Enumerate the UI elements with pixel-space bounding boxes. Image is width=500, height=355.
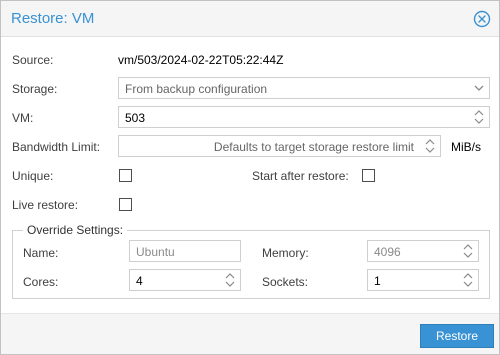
source-label: Source: <box>12 53 54 67</box>
live-restore-label: Live restore: <box>12 198 79 212</box>
dialog-title: Restore: VM <box>11 10 95 27</box>
vm-label: VM: <box>12 111 34 125</box>
vm-id-value: 503 <box>125 111 146 125</box>
spinner-arrows-icon[interactable] <box>461 243 475 259</box>
unique-label: Unique: <box>12 169 54 183</box>
cores-label: Cores: <box>23 275 59 289</box>
spinner-arrows-icon[interactable] <box>423 138 437 154</box>
name-placeholder: Ubuntu <box>136 245 175 259</box>
storage-select-value: From backup configuration <box>125 82 268 96</box>
spinner-arrows-icon[interactable] <box>472 109 486 125</box>
memory-label: Memory: <box>262 246 309 260</box>
close-icon[interactable] <box>473 10 491 28</box>
name-input[interactable]: Ubuntu <box>129 240 241 262</box>
name-label: Name: <box>23 246 59 260</box>
bandwidth-placeholder: Defaults to target storage restore limit <box>213 140 414 154</box>
chevron-down-icon[interactable] <box>472 81 486 95</box>
memory-placeholder: 4096 <box>374 245 401 259</box>
sockets-value: 1 <box>374 274 381 288</box>
unique-checkbox[interactable] <box>119 169 132 182</box>
restore-dialog: Restore: VM Source: vm/503/2024-02-22T05… <box>0 0 500 355</box>
override-settings-legend: Override Settings: <box>23 223 128 237</box>
spinner-arrows-icon[interactable] <box>223 272 237 288</box>
cores-value: 4 <box>136 274 143 288</box>
start-after-restore-label: Start after restore: <box>252 169 349 183</box>
memory-input[interactable]: 4096 <box>367 240 479 262</box>
spinner-arrows-icon[interactable] <box>461 272 475 288</box>
bandwidth-unit: MiB/s <box>451 140 481 154</box>
storage-label: Storage: <box>12 82 58 96</box>
start-after-restore-checkbox[interactable] <box>362 169 375 182</box>
cores-spinner[interactable]: 4 <box>129 269 241 291</box>
source-value: vm/503/2024-02-22T05:22:44Z <box>118 53 284 67</box>
bandwidth-label: Bandwidth Limit: <box>12 140 101 154</box>
dialog-titlebar: Restore: VM <box>1 1 499 37</box>
bandwidth-limit-input[interactable]: Defaults to target storage restore limit <box>118 135 441 157</box>
storage-select[interactable]: From backup configuration <box>118 77 490 99</box>
vm-id-spinner[interactable]: 503 <box>118 106 490 128</box>
sockets-label: Sockets: <box>262 275 309 289</box>
sockets-spinner[interactable]: 1 <box>367 269 479 291</box>
live-restore-checkbox[interactable] <box>119 198 132 211</box>
restore-button[interactable]: Restore <box>420 324 494 348</box>
